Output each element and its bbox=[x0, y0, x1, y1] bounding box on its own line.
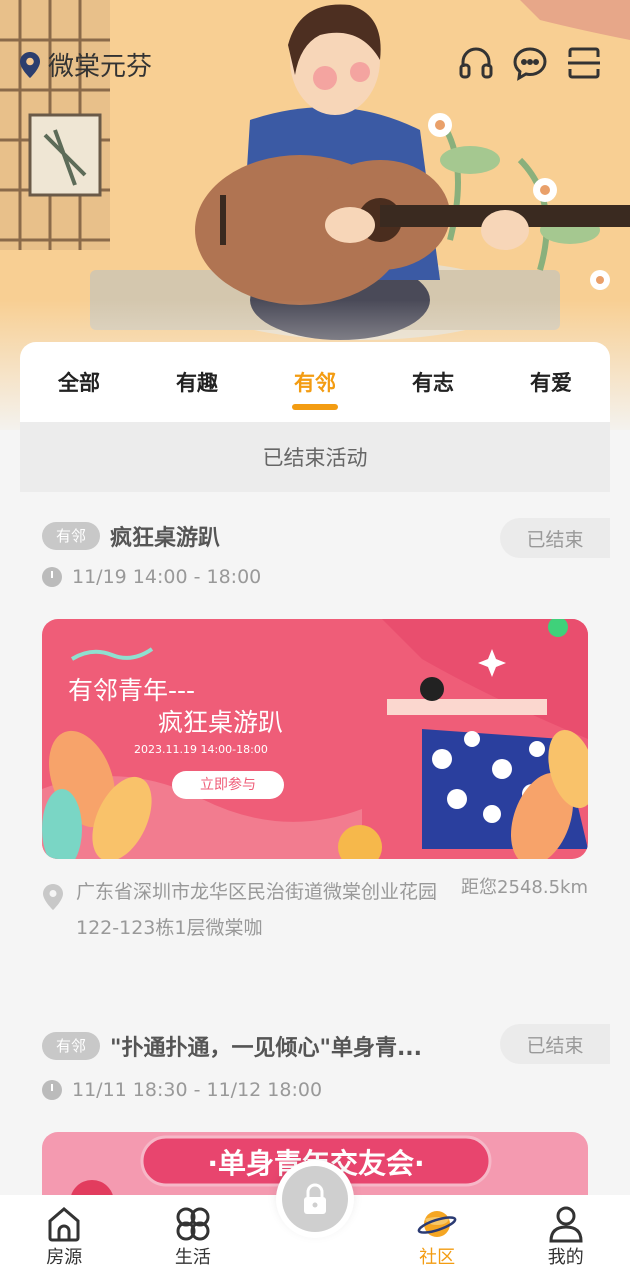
location-selector[interactable]: 微棠元芬 bbox=[20, 46, 152, 83]
nav-item-home[interactable]: 房源 bbox=[0, 1195, 129, 1280]
tab-label: 有邻 bbox=[294, 371, 336, 395]
scan-icon[interactable] bbox=[566, 45, 602, 81]
status-badge: 已结束 bbox=[500, 518, 610, 558]
banner-line1: 有邻青年--- bbox=[68, 676, 196, 705]
nav-label: 我的 bbox=[547, 1247, 584, 1268]
location-pin-icon bbox=[43, 884, 63, 910]
tab-label: 全部 bbox=[58, 371, 100, 395]
nav-label: 生活 bbox=[174, 1247, 211, 1268]
banner-line2: 疯狂桌游趴 bbox=[158, 708, 284, 737]
center-lock-inner bbox=[282, 1166, 348, 1232]
category-tabs: 全部 有趣 有邻 有志 有爱 bbox=[20, 342, 610, 422]
event-title-row: 有邻 疯狂桌游趴 bbox=[42, 520, 220, 552]
event-address: 广东省深圳市龙华区民治街道微棠创业花园122-123栋1层微棠咖 bbox=[76, 881, 438, 939]
event-time-row: 11/11 18:30 - 11/12 18:00 bbox=[42, 1079, 322, 1101]
center-lock-button[interactable] bbox=[276, 1160, 354, 1238]
chat-icon[interactable] bbox=[512, 45, 548, 81]
event-title-row: 有邻 "扑通扑通，一见倾心"单身青... bbox=[42, 1030, 422, 1062]
banner-date: 2023.11.19 14:00-18:00 bbox=[134, 743, 268, 756]
event-distance: 距您2548.5km bbox=[461, 877, 588, 898]
tab-fun[interactable]: 有趣 bbox=[138, 342, 256, 422]
nav-item-me[interactable]: 我的 bbox=[501, 1195, 630, 1280]
event-tag: 有邻 bbox=[42, 522, 101, 550]
clock-icon bbox=[42, 567, 62, 587]
join-button[interactable]: 立即参与 bbox=[172, 771, 284, 799]
tab-label: 有趣 bbox=[176, 371, 218, 395]
tab-love[interactable]: 有爱 bbox=[492, 342, 610, 422]
clock-icon bbox=[42, 1080, 62, 1100]
planet-icon bbox=[417, 1211, 457, 1237]
status-badge: 已结束 bbox=[500, 1024, 610, 1064]
nav-label: 房源 bbox=[46, 1247, 83, 1268]
headset-icon[interactable] bbox=[458, 45, 494, 81]
home-icon bbox=[48, 1207, 80, 1242]
ended-activities-header: 已结束活动 bbox=[20, 422, 610, 492]
tab-neighbor[interactable]: 有邻 bbox=[256, 342, 374, 422]
event-title: "扑通扑通，一见倾心"单身青... bbox=[110, 1036, 423, 1061]
tab-label: 有志 bbox=[412, 371, 454, 395]
event-time: 11/11 18:30 - 11/12 18:00 bbox=[72, 1079, 323, 1101]
section-title: 已结束活动 bbox=[262, 446, 368, 470]
event-tag: 有邻 bbox=[42, 1032, 101, 1060]
lock-icon bbox=[304, 1183, 326, 1214]
nav-item-life[interactable]: 生活 bbox=[129, 1195, 258, 1280]
event-title: 疯狂桌游趴 bbox=[110, 526, 221, 551]
tab-all[interactable]: 全部 bbox=[20, 342, 138, 422]
event-time-row: 11/19 14:00 - 18:00 bbox=[42, 566, 261, 588]
tab-ambition[interactable]: 有志 bbox=[374, 342, 492, 422]
event-banner-illustration bbox=[42, 619, 588, 859]
clover-icon bbox=[176, 1207, 210, 1241]
nav-item-community[interactable]: 社区 bbox=[373, 1195, 502, 1280]
location-name: 微棠元芬 bbox=[48, 52, 153, 82]
top-bar: 微棠元芬 bbox=[0, 40, 630, 90]
event-address-row: 广东省深圳市龙华区民治街道微棠创业花园122-123栋1层微棠咖 距您2548.… bbox=[42, 874, 588, 946]
tab-label: 有爱 bbox=[530, 371, 572, 395]
event-banner[interactable]: 有邻青年--- 疯狂桌游趴 2023.11.19 14:00-18:00 立即参… bbox=[42, 619, 588, 859]
event-time: 11/19 14:00 - 18:00 bbox=[72, 566, 262, 588]
location-pin-icon bbox=[20, 51, 40, 78]
nav-label: 社区 bbox=[419, 1247, 456, 1268]
user-icon bbox=[549, 1206, 583, 1243]
